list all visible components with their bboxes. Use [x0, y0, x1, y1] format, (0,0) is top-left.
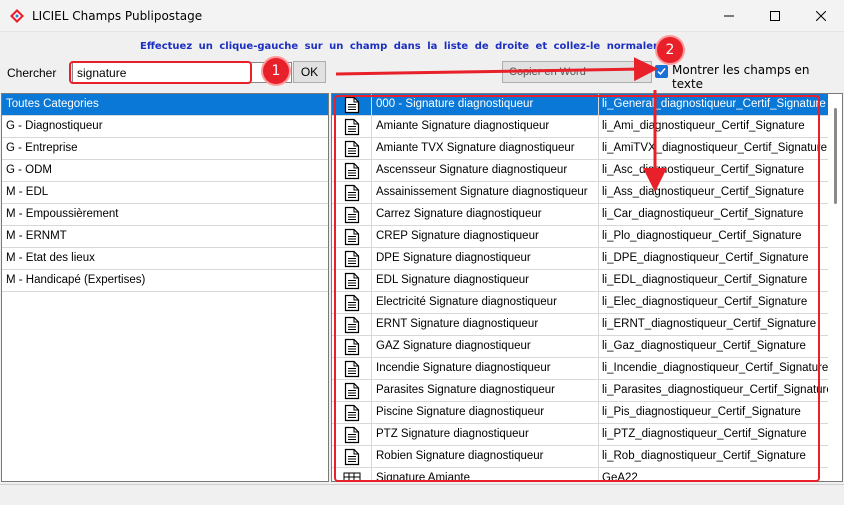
show-fields-label[interactable]: Montrer les champs en texte [672, 63, 844, 91]
instruction-text: Effectuez un clique-gauche sur un champ … [140, 41, 660, 52]
close-icon [816, 11, 826, 21]
category-item[interactable]: G - Entreprise [2, 138, 328, 160]
maximize-icon [770, 11, 780, 21]
ok-button[interactable]: OK [293, 61, 326, 83]
category-item[interactable]: M - Etat des lieux [2, 248, 328, 270]
status-bar [0, 484, 844, 505]
search-label: Chercher [7, 66, 57, 80]
annotation-search-highlight [69, 61, 252, 84]
category-item[interactable]: M - ERNMT [2, 226, 328, 248]
maximize-button[interactable] [752, 0, 798, 32]
category-item[interactable]: M - Handicapé (Expertises) [2, 270, 328, 292]
minimize-button[interactable] [706, 0, 752, 32]
liciel-logo-icon [10, 9, 24, 23]
annotation-badge-1: 1 [263, 58, 289, 84]
show-fields-checkbox[interactable] [655, 65, 668, 78]
window-title: LICIEL Champs Publipostage [32, 9, 203, 23]
vertical-scrollbar[interactable] [828, 94, 842, 481]
close-button[interactable] [798, 0, 844, 32]
title-bar: LICIEL Champs Publipostage [0, 0, 844, 32]
category-item[interactable]: G - ODM [2, 160, 328, 182]
scrollbar-thumb[interactable] [834, 108, 837, 204]
checkmark-icon [657, 68, 666, 76]
copy-word-button[interactable]: Copier en Word [502, 61, 652, 83]
annotation-badge-2: 2 [657, 37, 683, 63]
minimize-icon [724, 15, 734, 17]
category-item[interactable]: G - Diagnostiqueur [2, 116, 328, 138]
category-item[interactable]: Toutes Categories [2, 94, 328, 116]
category-item[interactable]: M - EDL [2, 182, 328, 204]
category-item[interactable]: M - Empoussièrement [2, 204, 328, 226]
category-list[interactable]: Toutes Categories G - Diagnostiqueur G -… [1, 93, 329, 482]
annotation-list-highlight [334, 95, 820, 482]
